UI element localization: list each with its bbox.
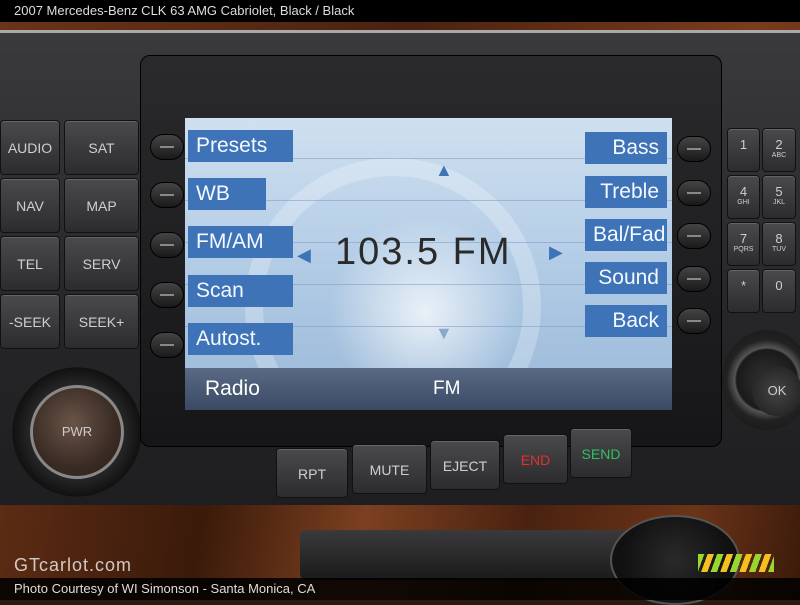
map-button[interactable]: MAP bbox=[64, 178, 139, 233]
audio-button[interactable]: AUDIO bbox=[0, 120, 60, 175]
tune-up-arrow-icon[interactable]: ▶ bbox=[549, 242, 563, 263]
power-knob[interactable]: PWR bbox=[30, 385, 124, 479]
balance-fade-softkey[interactable]: Bal/Fad bbox=[585, 219, 667, 251]
status-bar: Radio FM bbox=[185, 368, 672, 410]
scan-softkey[interactable]: Scan bbox=[188, 275, 293, 307]
back-softkey[interactable]: Back bbox=[585, 305, 667, 337]
sat-button[interactable]: SAT bbox=[64, 120, 139, 175]
up-arrow-icon[interactable]: ▲ bbox=[435, 160, 453, 181]
end-call-button[interactable]: END bbox=[503, 434, 568, 484]
keypad-star-button[interactable]: * bbox=[727, 269, 760, 313]
softkey-right-4[interactable] bbox=[677, 266, 711, 292]
seek-up-button[interactable]: SEEK+ bbox=[64, 294, 139, 349]
keypad-7-button[interactable]: 7 PQRS bbox=[727, 222, 760, 266]
source-label: Radio bbox=[205, 377, 260, 400]
ok-button[interactable]: OK bbox=[752, 366, 800, 416]
caption-bar: 2007 Mercedes-Benz CLK 63 AMG Cabriolet,… bbox=[0, 0, 800, 22]
softkey-right-3[interactable] bbox=[677, 223, 711, 249]
sound-softkey[interactable]: Sound bbox=[585, 262, 667, 294]
presets-softkey[interactable]: Presets bbox=[188, 130, 293, 162]
nav-button[interactable]: NAV bbox=[0, 178, 60, 233]
keypad-4-button[interactable]: 4 GHI bbox=[727, 175, 760, 219]
keypad-5-button[interactable]: 5 JKL bbox=[762, 175, 796, 219]
down-arrow-icon[interactable]: ▼ bbox=[435, 323, 453, 344]
bass-softkey[interactable]: Bass bbox=[585, 132, 667, 164]
softkey-right-2[interactable] bbox=[677, 180, 711, 206]
tel-button[interactable]: TEL bbox=[0, 236, 60, 291]
send-call-button[interactable]: SEND bbox=[570, 428, 632, 478]
fm-am-softkey[interactable]: FM/AM bbox=[188, 226, 293, 258]
wb-softkey[interactable]: WB bbox=[188, 178, 266, 210]
keypad-1-button[interactable]: 1 bbox=[727, 128, 760, 172]
photo-credit-bar: Photo Courtesy of WI Simonson - Santa Mo… bbox=[0, 578, 800, 600]
softkey-left-4[interactable] bbox=[150, 282, 184, 308]
keypad-8-button[interactable]: 8 TUV bbox=[762, 222, 796, 266]
keypad-2-button[interactable]: 2 ABC bbox=[762, 128, 796, 172]
softkey-left-1[interactable] bbox=[150, 134, 184, 160]
serv-button[interactable]: SERV bbox=[64, 236, 139, 291]
photo-credit-text: Photo Courtesy of WI Simonson - Santa Mo… bbox=[14, 581, 316, 596]
climate-control-strip bbox=[300, 530, 640, 580]
mute-button[interactable]: MUTE bbox=[352, 444, 427, 494]
softkey-left-3[interactable] bbox=[150, 232, 184, 258]
softkey-right-1[interactable] bbox=[677, 136, 711, 162]
softkey-left-5[interactable] bbox=[150, 332, 184, 358]
caption-text: 2007 Mercedes-Benz CLK 63 AMG Cabriolet,… bbox=[14, 3, 355, 18]
radio-display: Presets WB FM/AM Scan Autost. Bass Trebl… bbox=[185, 118, 672, 410]
softkey-right-5[interactable] bbox=[677, 308, 711, 334]
seek-down-button[interactable]: -SEEK bbox=[0, 294, 60, 349]
autostore-softkey[interactable]: Autost. bbox=[188, 323, 293, 355]
band-label: FM bbox=[433, 378, 461, 399]
softkey-left-2[interactable] bbox=[150, 182, 184, 208]
eject-button[interactable]: EJECT bbox=[430, 440, 500, 490]
keypad-0-button[interactable]: 0 bbox=[762, 269, 796, 313]
rpt-button[interactable]: RPT bbox=[276, 448, 348, 498]
watermark-logo-icon bbox=[698, 554, 774, 572]
tune-down-arrow-icon[interactable]: ◀ bbox=[297, 245, 311, 266]
treble-softkey[interactable]: Treble bbox=[585, 176, 667, 208]
frequency-readout: 103.5 FM bbox=[335, 231, 512, 273]
watermark-text: GTcarlot.com bbox=[14, 555, 133, 575]
